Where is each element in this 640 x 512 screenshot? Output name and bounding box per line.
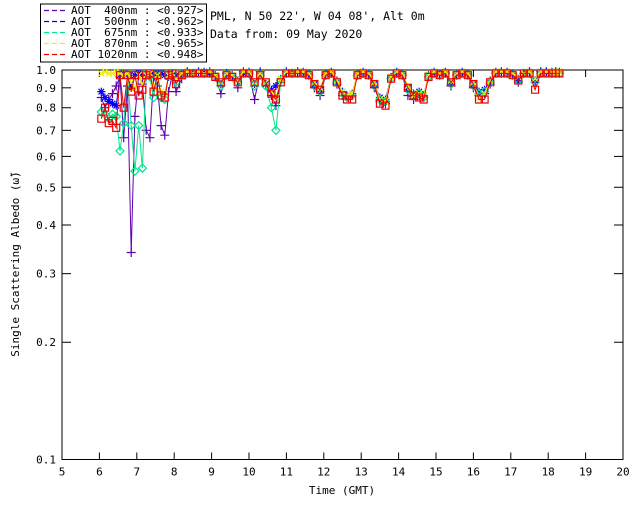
x-tick-label: 7 — [133, 466, 140, 479]
x-tick-label: 8 — [171, 466, 178, 479]
legend-entry-label: AOT 1020nm : <0.948> — [71, 48, 204, 61]
x-tick-label: 18 — [542, 466, 555, 479]
y-tick-label: 0.8 — [36, 102, 56, 115]
y-tick-label: 0.7 — [36, 124, 56, 137]
x-tick-label: 19 — [579, 466, 592, 479]
y-tick-label: 0.4 — [36, 219, 56, 232]
y-tick-label: 0.6 — [36, 150, 56, 163]
series-line-aot-400nm — [100, 70, 560, 253]
x-tick-label: 13 — [355, 466, 368, 479]
x-tick-label: 11 — [280, 466, 293, 479]
x-axis-title: Time (GMT) — [309, 484, 375, 497]
y-tick-label: 0.3 — [36, 268, 56, 281]
chart-generated-layer: 5 6 7 8 9 10 11 12 13 14 15 16 17 18 19 20 1.0 0.9 0.8 0.7 0… — [36, 3, 630, 479]
x-tick-label: 14 — [392, 466, 406, 479]
y-tick-label: 0.2 — [36, 336, 56, 349]
y-tick-label: 0.9 — [36, 82, 56, 95]
y-tick-label: 0.1 — [36, 454, 56, 467]
x-tick-label: 10 — [242, 466, 255, 479]
x-tick-label: 20 — [616, 466, 629, 479]
x-tick-label: 12 — [317, 466, 330, 479]
station-title: PML, N 50 22', W 04 08', Alt 0m — [210, 9, 425, 23]
series-line-aot-1020nm — [100, 72, 560, 130]
y-tick-label: 1.0 — [36, 64, 56, 77]
x-tick-label: 5 — [59, 466, 66, 479]
ssa-plot-window: 5 6 7 8 9 10 11 12 13 14 15 16 17 18 19 20 1.0 0.9 0.8 0.7 0… — [0, 0, 640, 512]
series-markers-aot-1020nm — [97, 69, 564, 132]
x-tick-label: 6 — [96, 466, 103, 479]
date-title: Data from: 09 May 2020 — [210, 27, 362, 41]
ssa-chart: 5 6 7 8 9 10 11 12 13 14 15 16 17 18 19 20 1.0 0.9 0.8 0.7 0… — [9, 3, 630, 497]
x-tick-label: 15 — [429, 466, 442, 479]
x-tick-label: 17 — [504, 466, 517, 479]
y-tick-label: 0.5 — [36, 181, 56, 194]
x-tick-label: 16 — [467, 466, 480, 479]
x-tick-label: 9 — [208, 466, 215, 479]
y-axis-title: Single Scattering Albedo (ω̃) — [9, 171, 22, 356]
